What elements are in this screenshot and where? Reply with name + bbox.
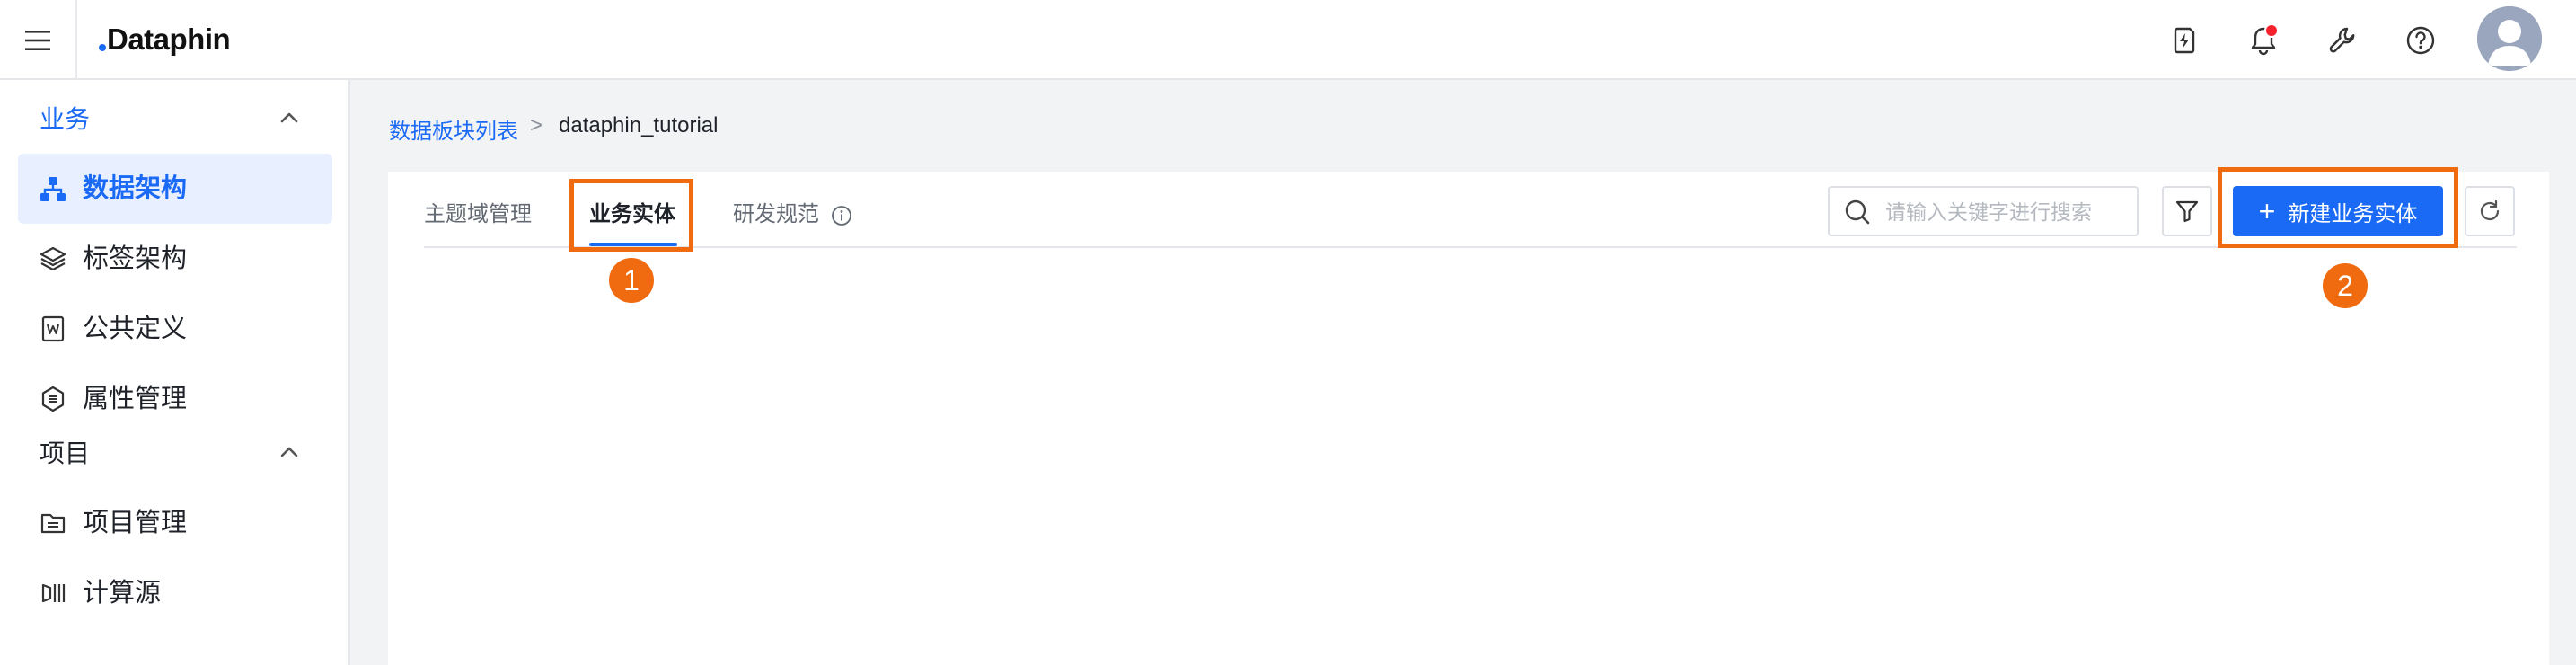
search-box[interactable] [1828, 186, 2139, 236]
sidebar-item-project-management[interactable]: 项目管理 [18, 488, 332, 558]
sidebar-item-label: 数据架构 [83, 174, 188, 203]
chevron-up-icon [280, 112, 298, 123]
top-bar: Dataphin [0, 0, 2576, 80]
help-icon [2406, 26, 2435, 55]
refresh-icon [2480, 200, 2500, 221]
sidebar-item-compute-source[interactable]: 计算源 [18, 558, 332, 628]
property-icon [38, 384, 68, 414]
sidebar-item-public-definition[interactable]: 公共定义 [18, 294, 332, 364]
wrench-icon [2329, 27, 2355, 53]
tab-label: 研发规范 [733, 202, 819, 226]
step-badge-1: 1 [609, 258, 654, 303]
filter-button[interactable] [2162, 186, 2212, 236]
notification-button[interactable] [2243, 20, 2284, 61]
tab-dev-standards[interactable]: 研发规范 [733, 197, 852, 233]
sidebar-item-label: 属性管理 [83, 385, 188, 413]
org-tree-icon [38, 173, 68, 204]
sidebar-item-property-management[interactable]: 属性管理 [18, 364, 332, 434]
user-avatar[interactable] [2477, 6, 2542, 71]
refresh-button[interactable] [2465, 186, 2515, 236]
tab-subject-area[interactable]: 主题域管理 [424, 197, 532, 233]
sidebar-item-data-architecture[interactable]: 数据架构 [18, 154, 332, 224]
brand-name: Dataphin [107, 22, 231, 56]
sidebar-item-label: 标签架构 [83, 244, 188, 273]
sidebar-group-label: 项目 [40, 439, 91, 467]
compute-source-icon [38, 578, 68, 608]
step-badge-2: 2 [2323, 263, 2368, 308]
sidebar-group-business[interactable]: 业务 [0, 91, 348, 145]
filter-icon [2175, 200, 2199, 223]
avatar-icon [2477, 6, 2542, 71]
search-icon [1845, 200, 1870, 225]
sidebar-item-label: 项目管理 [83, 509, 188, 537]
sidebar-item-tag-architecture[interactable]: 标签架构 [18, 224, 332, 294]
breadcrumb-separator: > [530, 113, 543, 137]
tools-button[interactable] [2322, 20, 2363, 61]
brand-logo[interactable]: Dataphin [99, 18, 231, 61]
tab-divider [424, 246, 2517, 248]
flash-button[interactable] [2163, 20, 2204, 61]
breadcrumb-current: dataphin_tutorial [559, 113, 719, 137]
help-button[interactable] [2400, 20, 2441, 61]
highlight-box-new-button [2218, 167, 2458, 248]
sidebar-group-project[interactable]: 项目 [0, 425, 348, 479]
sidebar-item-label: 计算源 [83, 579, 162, 607]
layers-icon [38, 244, 68, 274]
sidebar: 业务 数据架构 标签架构 公共定义 属性管理 项目 项目管理 计算源 [0, 80, 350, 665]
info-icon [831, 205, 851, 226]
highlight-box-tab [569, 179, 693, 252]
flash-icon [2174, 27, 2195, 54]
notification-dot [2264, 23, 2279, 38]
search-input[interactable] [1883, 195, 2130, 229]
menu-icon [25, 30, 50, 50]
logo-dot [99, 44, 106, 51]
menu-button[interactable] [0, 0, 77, 80]
chevron-up-icon [280, 447, 298, 457]
doc-w-icon [38, 314, 68, 344]
sidebar-group-label: 业务 [40, 105, 91, 133]
folder-icon [38, 508, 68, 538]
breadcrumb-parent-link[interactable]: 数据板块列表 [389, 113, 518, 145]
sidebar-item-label: 公共定义 [83, 315, 188, 343]
